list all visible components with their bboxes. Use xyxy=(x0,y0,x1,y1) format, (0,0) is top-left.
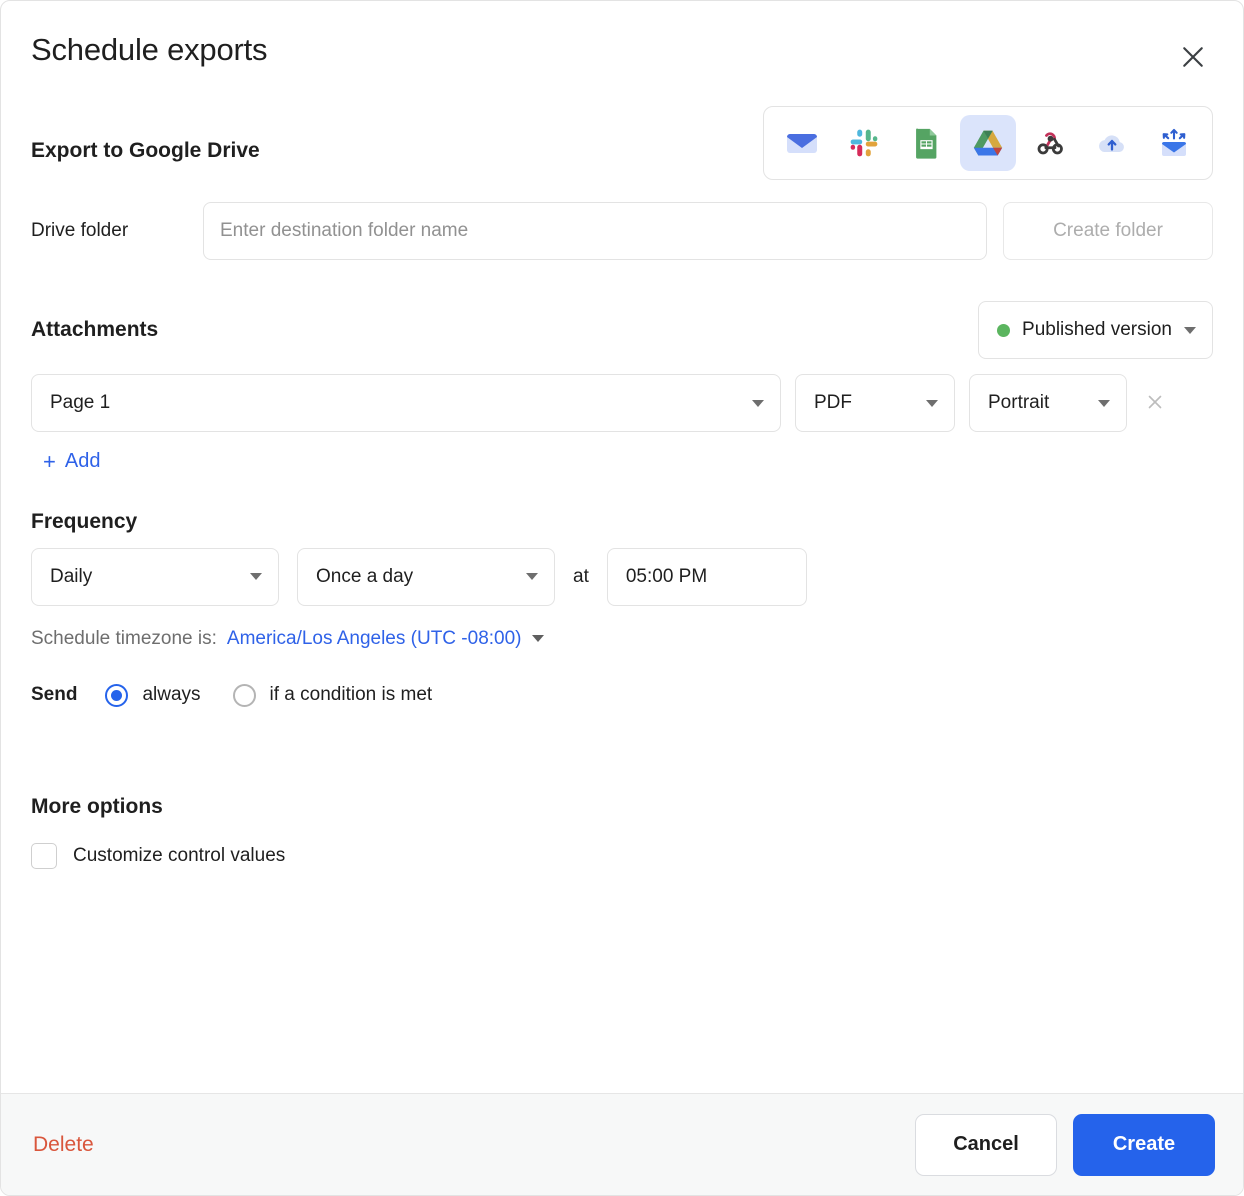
send-condition-label: if a condition is met xyxy=(269,684,433,706)
google-sheets-icon xyxy=(909,126,943,160)
customize-control-values-label: Customize control values xyxy=(73,844,286,866)
status-dot-icon xyxy=(997,323,1011,337)
attachment-format-label: PDF xyxy=(814,392,852,414)
chevron-down-icon xyxy=(250,573,262,581)
destination-webhook-button[interactable] xyxy=(1022,115,1078,171)
cloud-upload-icon xyxy=(1094,125,1130,161)
destination-sftp-button[interactable] xyxy=(1146,115,1202,171)
attachment-row: Page 1 PDF Portrait xyxy=(31,374,1213,433)
chevron-down-icon xyxy=(1184,326,1196,334)
remove-attachment-button[interactable] xyxy=(1133,381,1177,425)
chevron-down-icon xyxy=(1098,399,1110,407)
google-drive-icon xyxy=(971,126,1005,160)
customize-control-values-row[interactable]: Customize control values xyxy=(31,842,1213,869)
timezone-value-link[interactable]: America/Los Angeles (UTC -08:00) xyxy=(227,628,522,650)
add-attachment-button[interactable]: + Add xyxy=(43,450,100,473)
export-heading: Export to Google Drive xyxy=(31,139,260,163)
frequency-interval-dropdown[interactable]: Daily xyxy=(31,547,279,606)
dialog-body: Export to Google Drive Drive folder Ente… xyxy=(1,68,1243,1093)
slack-icon xyxy=(848,127,880,159)
page-title: Schedule exports xyxy=(31,32,268,67)
timezone-prefix-label: Schedule timezone is: xyxy=(31,627,217,649)
send-condition-radio[interactable]: if a condition is met xyxy=(232,683,433,707)
destination-google-sheets-button[interactable] xyxy=(898,115,954,171)
chevron-down-icon xyxy=(752,399,764,407)
plus-icon: + xyxy=(43,448,56,474)
destination-email-button[interactable] xyxy=(774,115,830,171)
export-destination-section: Export to Google Drive xyxy=(31,106,1213,196)
drive-folder-input[interactable] xyxy=(203,202,987,261)
radio-indicator-icon xyxy=(105,683,129,707)
frequency-heading: Frequency xyxy=(31,509,138,533)
attachment-page-label: Page 1 xyxy=(50,392,111,414)
remove-x-icon xyxy=(1144,391,1166,416)
frequency-interval-label: Daily xyxy=(50,565,93,587)
drive-folder-label: Drive folder xyxy=(31,220,129,242)
destination-google-drive-button[interactable] xyxy=(960,115,1016,172)
frequency-cadence-label: Once a day xyxy=(316,565,414,587)
dialog-footer: Delete Cancel Create xyxy=(1,1093,1243,1195)
attachments-header: Attachments Published version xyxy=(31,300,1213,360)
frequency-row: Daily Once a day at xyxy=(31,547,1213,606)
footer-actions: Cancel Create xyxy=(915,1113,1215,1176)
send-condition-row: Send always if a condition is met xyxy=(31,683,1213,707)
destination-s3-button[interactable] xyxy=(1084,115,1140,171)
at-label: at xyxy=(573,565,589,587)
send-label: Send xyxy=(31,684,78,706)
schedule-time-input[interactable] xyxy=(606,547,807,606)
radio-indicator-icon xyxy=(232,683,256,707)
published-version-dropdown[interactable]: Published version xyxy=(978,301,1213,360)
webhook-icon xyxy=(1034,127,1066,159)
chevron-down-icon xyxy=(526,573,538,581)
schedule-exports-dialog: Schedule exports Export to Google Drive xyxy=(0,0,1244,1196)
frequency-cadence-dropdown[interactable]: Once a day xyxy=(297,547,555,606)
published-version-label: Published version xyxy=(1022,319,1172,341)
checkbox-icon[interactable] xyxy=(31,842,57,869)
chevron-down-icon[interactable] xyxy=(531,635,544,643)
create-button[interactable]: Create xyxy=(1073,1113,1215,1176)
sftp-envelope-icon xyxy=(1156,125,1192,161)
add-attachment-label: Add xyxy=(64,450,101,473)
more-options-heading: More options xyxy=(31,794,163,818)
drive-folder-row: Drive folder Create folder xyxy=(31,202,1213,261)
destination-slack-button[interactable] xyxy=(836,115,892,171)
attachment-orientation-dropdown[interactable]: Portrait xyxy=(969,374,1127,433)
chevron-down-icon xyxy=(926,399,938,407)
send-always-radio[interactable]: always xyxy=(105,683,201,707)
dialog-header: Schedule exports xyxy=(1,1,1243,68)
attachment-page-dropdown[interactable]: Page 1 xyxy=(31,374,781,433)
email-envelope-icon xyxy=(784,125,820,161)
attachment-format-dropdown[interactable]: PDF xyxy=(795,374,955,433)
timezone-row: Schedule timezone is: America/Los Angele… xyxy=(31,628,1213,650)
destination-toolbar xyxy=(763,106,1213,181)
attachments-heading: Attachments xyxy=(31,318,159,342)
cancel-button[interactable]: Cancel xyxy=(915,1113,1057,1176)
attachment-orientation-label: Portrait xyxy=(988,392,1050,414)
send-always-label: always xyxy=(142,684,201,706)
delete-button[interactable]: Delete xyxy=(29,1125,98,1165)
create-folder-button[interactable]: Create folder xyxy=(1003,202,1213,261)
